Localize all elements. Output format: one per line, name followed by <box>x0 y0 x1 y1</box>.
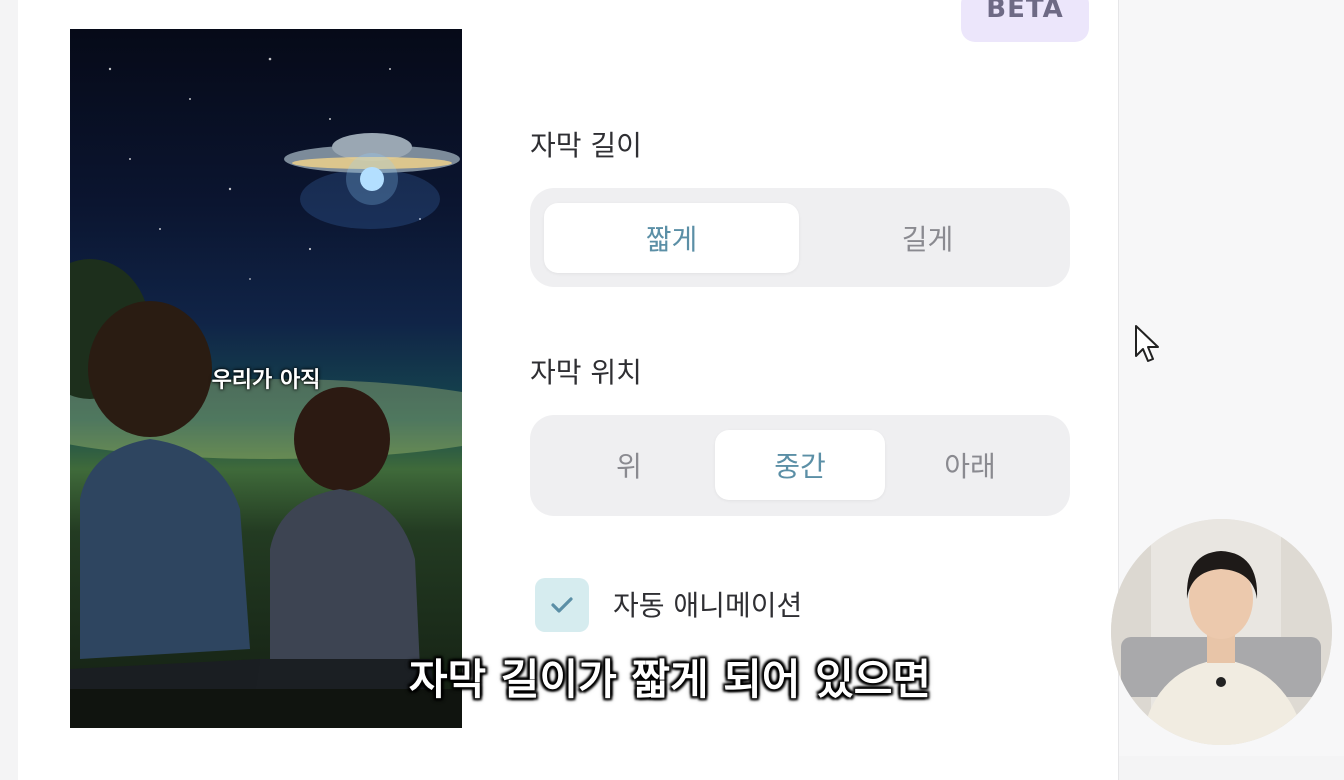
beta-badge: BETA <box>961 0 1089 42</box>
auto-animation-label: 자동 애니메이션 <box>613 589 803 622</box>
presenter-avatar <box>1111 519 1332 745</box>
video-preview: 우리가 아직 <box>70 29 462 728</box>
presenter-webcam <box>1111 519 1332 745</box>
caption-position-segmented-control: 위 중간 아래 <box>530 415 1070 516</box>
caption-length-label: 자막 길이 <box>530 129 642 162</box>
check-icon <box>551 597 573 613</box>
preview-caption: 우리가 아직 <box>211 368 321 393</box>
mouse-cursor-icon <box>1134 324 1162 370</box>
caption-length-segmented-control: 짧게 길게 <box>530 188 1070 287</box>
caption-position-label: 자막 위치 <box>530 356 642 389</box>
caption-position-middle-option[interactable]: 중간 <box>715 430 885 500</box>
caption-position-top-option[interactable]: 위 <box>544 430 714 500</box>
caption-length-short-option[interactable]: 짧게 <box>544 203 799 273</box>
video-subtitle: 자막 길이가 짧게 되어 있으면 <box>408 655 932 704</box>
caption-position-bottom-option[interactable]: 아래 <box>885 430 1055 500</box>
auto-animation-checkbox[interactable] <box>535 578 589 632</box>
caption-length-long-option[interactable]: 길게 <box>800 203 1055 273</box>
